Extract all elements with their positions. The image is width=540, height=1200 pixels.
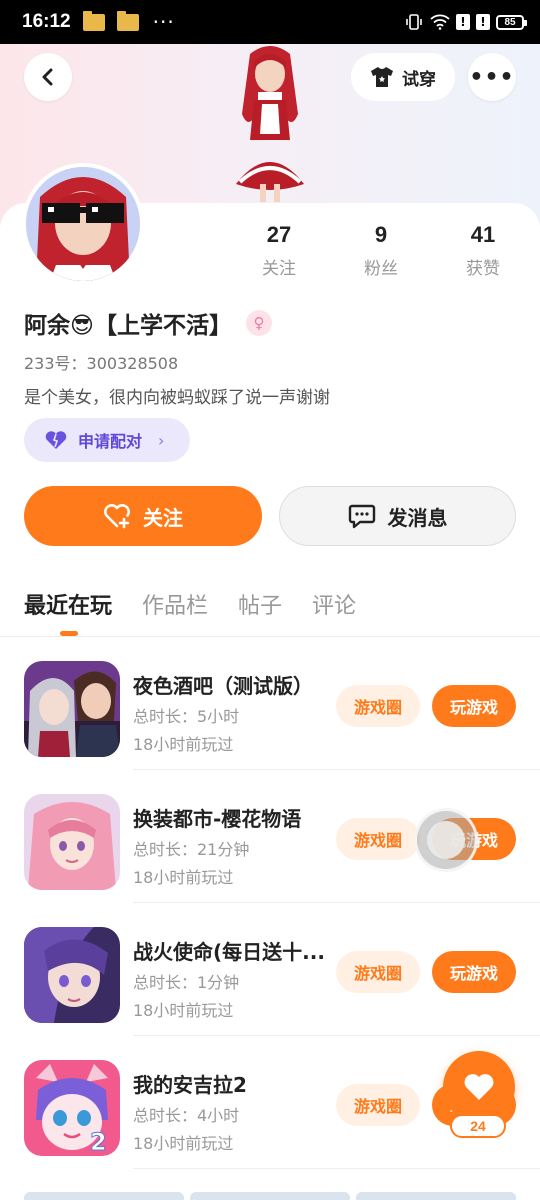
pair-request-label: 申请配对 bbox=[78, 432, 143, 451]
wifi-icon bbox=[430, 13, 450, 31]
svg-text:2: 2 bbox=[90, 1128, 107, 1156]
try-on-label: 试穿 bbox=[402, 69, 436, 90]
signal-warning-icon: ! bbox=[476, 14, 490, 30]
send-message-button[interactable]: 发消息 bbox=[279, 486, 516, 546]
game-icon-image bbox=[24, 661, 120, 757]
game-duration: 总时长：1分钟 bbox=[133, 973, 240, 992]
heart-pair-icon bbox=[45, 431, 67, 449]
like-count-badge: 24 bbox=[450, 1114, 506, 1138]
game-last-played: 18小时前玩过 bbox=[133, 1134, 234, 1153]
avatar[interactable] bbox=[22, 163, 144, 285]
user-bio: 是个美女，很内向被蚂蚁踩了说一声谢谢 bbox=[24, 388, 330, 408]
pair-request-button[interactable]: 申请配对 › bbox=[24, 418, 190, 462]
follow-label: 关注 bbox=[143, 505, 183, 530]
vibrate-icon bbox=[404, 13, 424, 31]
chat-bubble-icon bbox=[348, 504, 375, 529]
game-duration: 总时长：21分钟 bbox=[133, 840, 250, 859]
game-icon-image: 2 bbox=[24, 1060, 120, 1156]
tab-posts[interactable]: 帖子 bbox=[238, 588, 282, 620]
follow-button[interactable]: 关注 bbox=[24, 486, 262, 546]
like-button[interactable] bbox=[443, 1051, 515, 1123]
game-title: 夜色酒吧（测试版） bbox=[133, 674, 313, 698]
game-icon-image bbox=[24, 794, 120, 890]
list-item[interactable]: 夜色酒吧（测试版） 总时长：5小时 18小时前玩过 游戏圈 玩游戏 bbox=[0, 637, 540, 770]
game-icon-image bbox=[24, 927, 120, 1023]
back-button[interactable] bbox=[24, 53, 72, 101]
game-thumbnail[interactable] bbox=[24, 661, 120, 757]
avatar-image bbox=[26, 167, 140, 281]
stat-likes[interactable]: 41 获赞 bbox=[433, 222, 533, 279]
game-last-played: 18小时前玩过 bbox=[133, 735, 234, 754]
game-thumbnail[interactable] bbox=[24, 927, 120, 1023]
next-list-item-peek bbox=[24, 1192, 516, 1200]
list-item[interactable]: 战火使命(每日送十... 总时长：1分钟 18小时前玩过 游戏圈 玩游戏 bbox=[0, 903, 540, 1036]
game-thumbnail[interactable] bbox=[24, 794, 120, 890]
thumbnail-peek bbox=[24, 1192, 184, 1200]
game-last-played: 18小时前玩过 bbox=[133, 868, 234, 887]
stat-label: 关注 bbox=[262, 259, 296, 279]
stat-label: 获赞 bbox=[466, 259, 500, 279]
game-circle-button[interactable]: 游戏圈 bbox=[336, 685, 420, 727]
folder-icon bbox=[82, 10, 105, 31]
game-duration: 总时长：5小时 bbox=[133, 707, 240, 726]
female-gender-icon: ♀ bbox=[245, 310, 272, 336]
try-on-button[interactable]: 试穿 bbox=[351, 53, 455, 101]
status-time: 16:12 bbox=[22, 11, 71, 32]
battery-icon: 85 bbox=[496, 14, 527, 30]
stat-value: 41 bbox=[470, 222, 496, 247]
name-row: 阿余😎【上学不活】 ♀ bbox=[24, 306, 272, 340]
game-circle-button[interactable]: 游戏圈 bbox=[336, 951, 420, 993]
game-title: 战火使命(每日送十... bbox=[133, 940, 325, 964]
divider bbox=[133, 1168, 540, 1169]
game-title: 我的安吉拉2 bbox=[133, 1073, 247, 1097]
dressed-avatar-figure bbox=[236, 46, 304, 202]
stat-value: 9 bbox=[374, 222, 388, 247]
touch-indicator bbox=[414, 808, 478, 872]
user-name: 阿余😎【上学不活】 bbox=[24, 313, 232, 339]
more-notifications-icon: ··· bbox=[152, 10, 175, 34]
send-message-label: 发消息 bbox=[387, 505, 448, 530]
chevron-right-icon: › bbox=[158, 430, 165, 450]
stat-fans[interactable]: 9 粉丝 bbox=[331, 222, 431, 279]
game-last-played: 18小时前玩过 bbox=[133, 1001, 234, 1020]
play-game-button[interactable]: 玩游戏 bbox=[432, 685, 516, 727]
profile-tabs: 最近在玩 作品栏 帖子 评论 bbox=[24, 588, 356, 620]
play-game-button[interactable]: 玩游戏 bbox=[432, 951, 516, 993]
game-duration: 总时长：4小时 bbox=[133, 1106, 240, 1125]
signal-warning-icon: ! bbox=[456, 14, 470, 30]
more-button[interactable]: ••• bbox=[468, 53, 516, 101]
game-thumbnail[interactable]: 2 bbox=[24, 1060, 120, 1156]
game-circle-button[interactable]: 游戏圈 bbox=[336, 1084, 420, 1126]
back-arrow-icon bbox=[42, 68, 53, 86]
heart-icon bbox=[464, 1074, 494, 1100]
stat-label: 粉丝 bbox=[364, 259, 398, 279]
heart-plus-icon bbox=[104, 504, 130, 529]
folder-icon bbox=[116, 10, 139, 31]
user-id: 233号：300328508 bbox=[24, 354, 179, 373]
more-dots-icon: ••• bbox=[469, 64, 515, 90]
tab-comments[interactable]: 评论 bbox=[312, 588, 356, 620]
game-circle-button[interactable]: 游戏圈 bbox=[336, 818, 420, 860]
thumbnail-peek bbox=[356, 1192, 516, 1200]
shirt-icon bbox=[371, 67, 393, 87]
stat-value: 27 bbox=[266, 222, 292, 247]
thumbnail-peek bbox=[190, 1192, 350, 1200]
stat-following[interactable]: 27 关注 bbox=[229, 222, 329, 279]
tab-recently-played[interactable]: 最近在玩 bbox=[24, 588, 112, 620]
tab-works[interactable]: 作品栏 bbox=[142, 588, 208, 620]
game-title: 换装都市-樱花物语 bbox=[133, 807, 302, 831]
status-bar: 16:12 ··· ! ! 85 bbox=[0, 0, 540, 44]
